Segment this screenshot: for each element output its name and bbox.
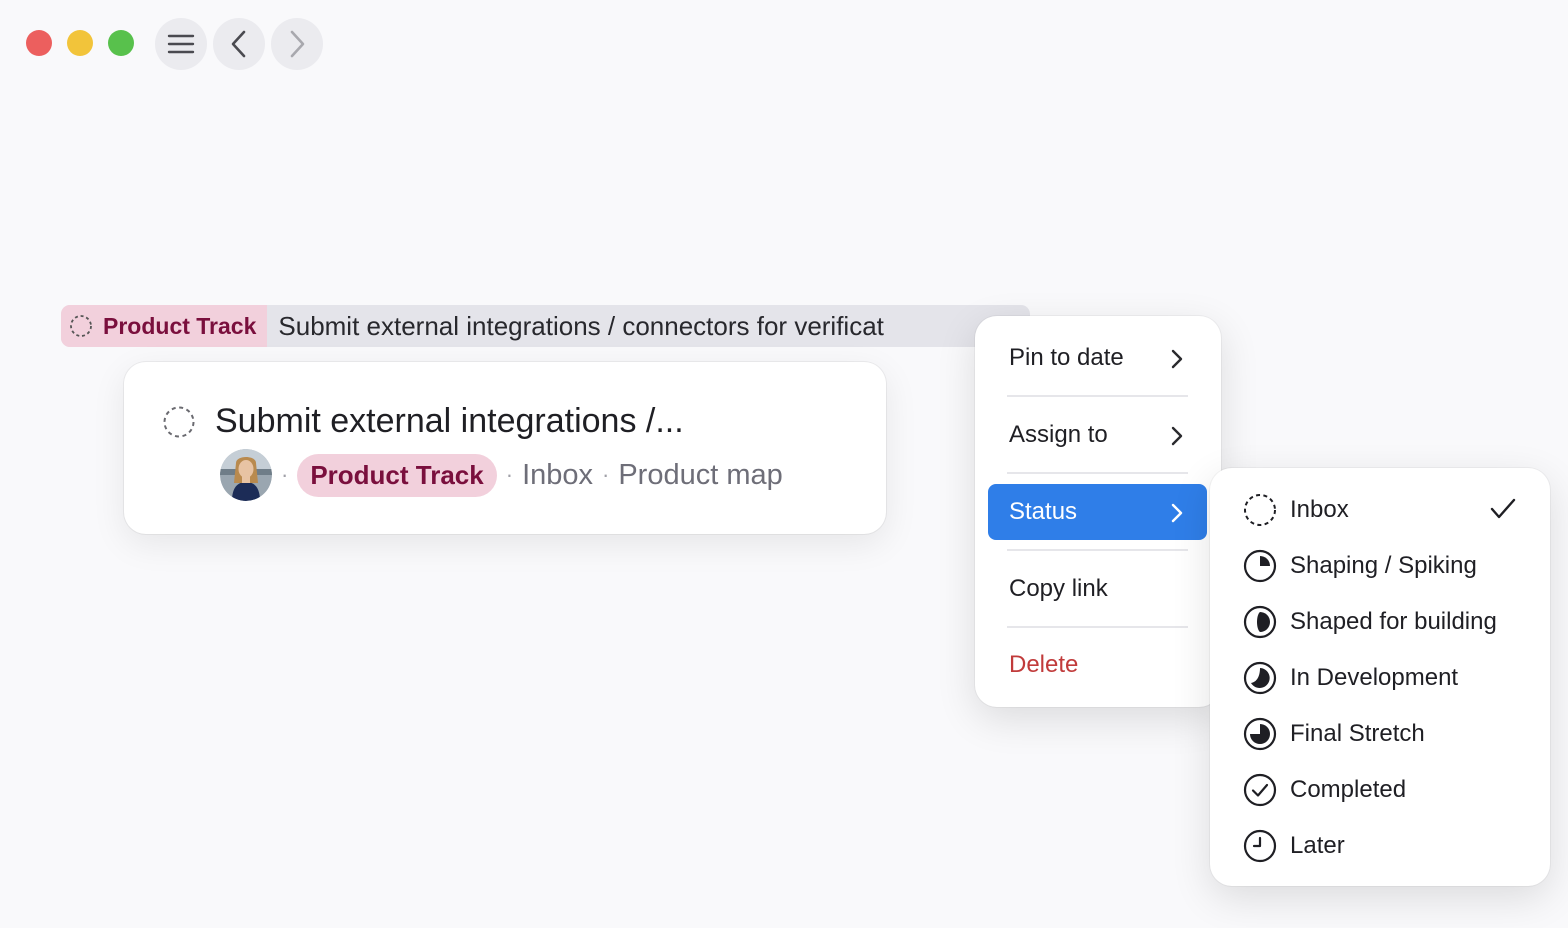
menu-button[interactable] (155, 18, 207, 70)
task-card-project: Product map (618, 458, 783, 491)
status-option-inbox[interactable]: Inbox (1210, 485, 1550, 535)
task-card[interactable]: Submit external integrations /... · Prod… (124, 362, 886, 534)
checkmark-icon (1490, 498, 1516, 519)
dashed-circle-icon (1244, 494, 1276, 526)
task-card-meta: · Product Track · Inbox · Product map (220, 449, 783, 501)
status-option-label: In Development (1290, 664, 1459, 691)
half-circle-icon (1243, 605, 1277, 639)
forward-button[interactable] (271, 18, 323, 70)
meta-separator: · (281, 462, 289, 487)
status-option-later[interactable]: Later (1210, 821, 1550, 871)
check-circle-icon (1243, 773, 1277, 807)
task-card-status: Inbox (522, 458, 594, 491)
status-option-in-development[interactable]: In Development (1210, 653, 1550, 703)
chevron-right-icon (1171, 349, 1183, 369)
menu-divider (1007, 395, 1188, 397)
drag-row-title: Submit external integrations / connector… (278, 310, 884, 341)
meta-separator: · (505, 462, 514, 487)
status-option-completed[interactable]: Completed (1210, 765, 1550, 815)
menu-item-label: Pin to date (1009, 344, 1124, 371)
crescent-circle-icon (1243, 661, 1277, 695)
status-option-label: Shaping / Spiking (1290, 552, 1477, 579)
menu-item-label: Copy link (1009, 575, 1108, 602)
menu-item-label: Assign to (1009, 421, 1108, 448)
menu-divider (1007, 472, 1188, 474)
chevron-right-icon (290, 30, 305, 58)
avatar[interactable] (220, 449, 272, 501)
three-quarter-circle-icon (1243, 717, 1277, 751)
status-option-label: Final Stretch (1290, 720, 1425, 747)
drag-row-tag-label: Product Track (103, 312, 257, 339)
menu-item-status[interactable]: Status (988, 484, 1207, 540)
task-card-title: Submit external integrations /... (215, 402, 684, 440)
task-card-tag[interactable]: Product Track (297, 453, 497, 497)
close-window-button[interactable] (26, 30, 52, 56)
status-option-label: Shaped for building (1290, 608, 1497, 635)
dragged-task-row[interactable]: Product Track Submit external integratio… (61, 305, 1030, 347)
chevron-right-icon (1171, 426, 1183, 446)
hamburger-icon (167, 34, 195, 54)
menu-item-copy-link[interactable]: Copy link (988, 561, 1207, 617)
dashed-circle-icon (70, 315, 92, 337)
status-option-label: Completed (1290, 776, 1407, 803)
context-menu: Pin to date Assign to Status Copy link D… (975, 316, 1221, 707)
chevron-left-icon (231, 30, 246, 58)
status-submenu: Inbox Shaping / Spiking Shaped for build… (1210, 468, 1550, 886)
menu-item-label: Status (1009, 498, 1078, 525)
status-option-final-stretch[interactable]: Final Stretch (1210, 709, 1550, 759)
menu-item-label: Delete (1009, 651, 1079, 678)
menu-item-assign-to[interactable]: Assign to (988, 407, 1207, 463)
back-button[interactable] (213, 18, 265, 70)
clock-icon (1243, 829, 1277, 863)
chevron-right-icon (1171, 503, 1183, 523)
zoom-window-button[interactable] (108, 30, 134, 56)
quarter-circle-icon (1243, 549, 1277, 583)
status-option-shaping-spiking[interactable]: Shaping / Spiking (1210, 541, 1550, 591)
menu-divider (1007, 626, 1188, 628)
menu-item-delete[interactable]: Delete (988, 637, 1207, 693)
status-option-label: Later (1290, 832, 1345, 859)
menu-divider (1007, 549, 1188, 551)
meta-separator: · (602, 462, 610, 487)
status-option-shaped-for-building[interactable]: Shaped for building (1210, 597, 1550, 647)
status-dashed-circle-icon[interactable] (162, 405, 196, 439)
menu-item-pin-to-date[interactable]: Pin to date (988, 330, 1207, 386)
drag-row-tag: Product Track (61, 305, 268, 347)
minimize-window-button[interactable] (67, 30, 93, 56)
status-option-label: Inbox (1290, 496, 1349, 523)
